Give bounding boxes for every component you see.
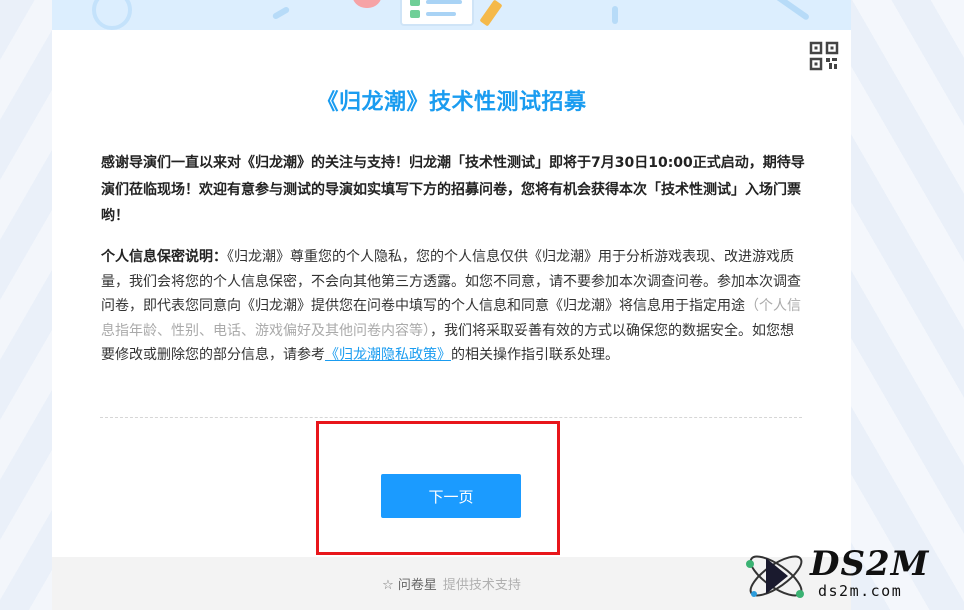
survey-card: 《归龙潮》技术性测试招募 感谢导演们一直以来对《归龙潮》的关注与支持！归龙潮「技… — [52, 0, 851, 610]
qr-code-icon[interactable] — [809, 41, 839, 71]
privacy-lead: 个人信息保密说明： — [101, 249, 227, 265]
heart-decoration — [352, 0, 382, 8]
pencil-decoration — [479, 0, 503, 27]
footer: ☆ 问卷星 提供技术支持 — [52, 557, 851, 610]
privacy-body-3: 的相关操作指引联系处理。 — [451, 347, 619, 364]
footer-support-text: 提供技术支持 — [442, 578, 521, 593]
divider — [100, 417, 802, 418]
page-title: 《归龙潮》技术性测试招募 — [316, 90, 587, 115]
atom-logo-icon — [746, 555, 804, 598]
privacy-policy-link[interactable]: 《归龙潮隐私政策》 — [325, 347, 451, 363]
checklist-illustration — [400, 0, 474, 26]
watermark-main-text: DS2M — [810, 544, 930, 584]
header-banner — [52, 0, 851, 30]
next-page-button[interactable]: 下一页 — [381, 474, 521, 518]
watermark-logo: DS2M ds2m.com — [740, 542, 964, 610]
privacy-notice: 个人信息保密说明：《归龙潮》尊重您的个人隐私，您的个人信息仅供《归龙潮》用于分析… — [101, 245, 806, 368]
intro-paragraph: 感谢导演们一直以来对《归龙潮》的关注与支持！归龙潮「技术性测试」即将于7月30日… — [101, 155, 805, 224]
star-icon: ☆ — [382, 578, 394, 593]
footer-credit: ☆ 问卷星 提供技术支持 — [52, 574, 851, 593]
footer-brand[interactable]: 问卷星 — [398, 578, 437, 593]
watermark-sub-text: ds2m.com — [818, 582, 903, 600]
